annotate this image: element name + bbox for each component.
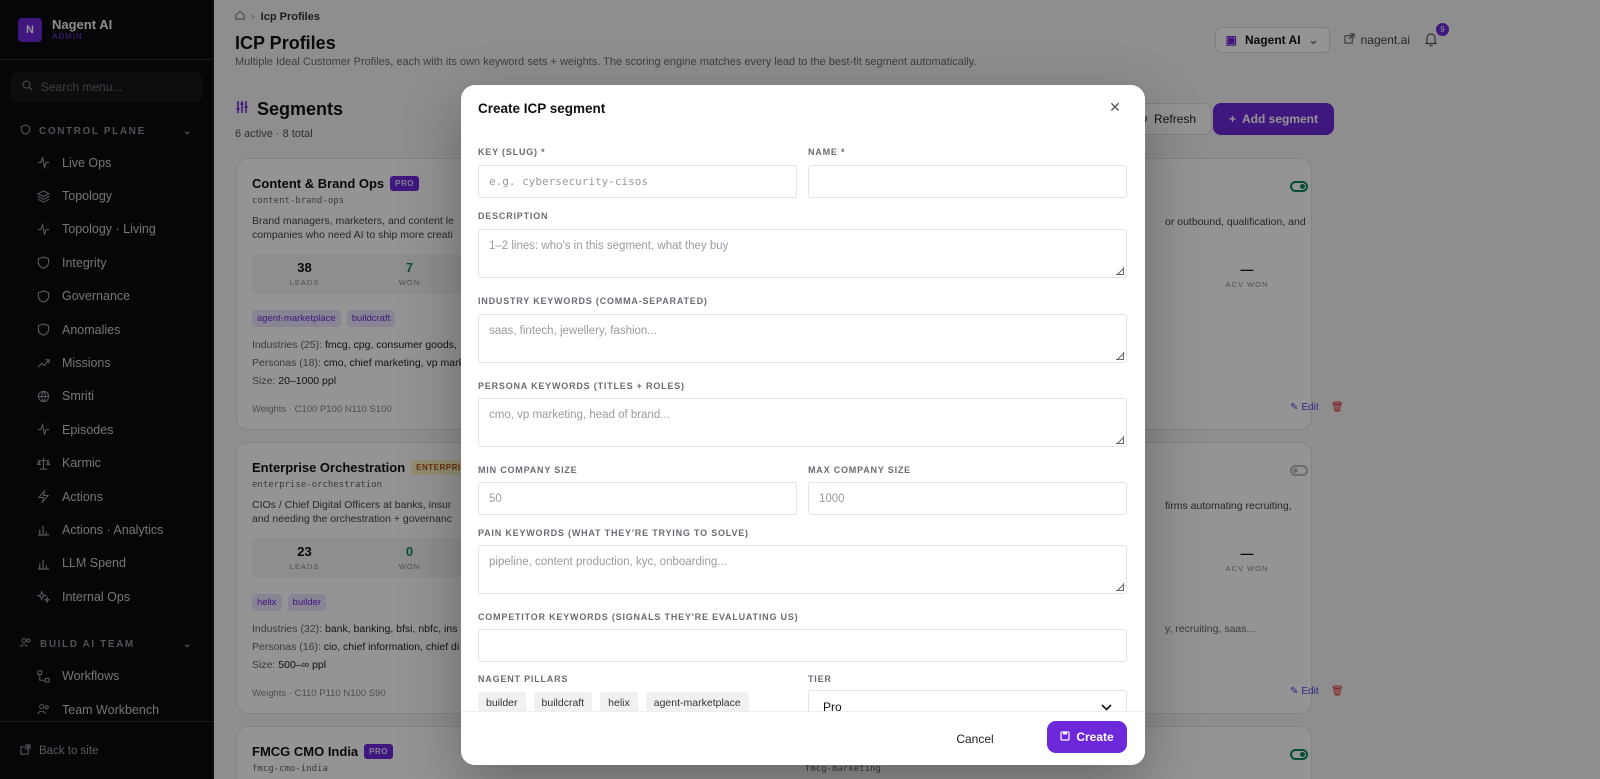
pain-textarea[interactable]: pipeline, content production, kyc, onboa… <box>478 545 1127 594</box>
save-icon <box>1060 730 1070 744</box>
dialog-title: Create ICP segment <box>478 101 606 116</box>
competitor-label: COMPETITOR KEYWORDS (SIGNALS THEY'RE EVA… <box>478 612 799 622</box>
dialog-footer: Cancel Create <box>461 711 1145 765</box>
create-button[interactable]: Create <box>1047 721 1127 753</box>
key-label: KEY (SLUG) * <box>478 147 546 157</box>
max-size-label: MAX COMPANY SIZE <box>808 465 911 475</box>
persona-label: PERSONA KEYWORDS (TITLES + ROLES) <box>478 381 685 391</box>
create-segment-dialog: Create ICP segment ✕ KEY (SLUG) * e.g. c… <box>461 85 1145 765</box>
tier-label: TIER <box>808 674 832 684</box>
industry-label: INDUSTRY KEYWORDS (COMMA-SEPARATED) <box>478 296 708 306</box>
close-icon[interactable]: ✕ <box>1107 99 1123 115</box>
create-label: Create <box>1076 730 1114 744</box>
description-label: DESCRIPTION <box>478 211 549 221</box>
cancel-button[interactable]: Cancel <box>945 723 1005 755</box>
description-textarea[interactable]: 1–2 lines: who's in this segment, what t… <box>478 229 1127 278</box>
competitor-input[interactable] <box>478 629 1127 662</box>
min-size-label: MIN COMPANY SIZE <box>478 465 578 475</box>
name-input[interactable] <box>808 165 1127 198</box>
name-label: NAME * <box>808 147 846 157</box>
max-size-input[interactable]: 1000 <box>808 482 1127 515</box>
min-size-input[interactable]: 50 <box>478 482 797 515</box>
pillars-label: NAGENT PILLARS <box>478 674 569 684</box>
pain-label: PAIN KEYWORDS (WHAT THEY'RE TRYING TO SO… <box>478 528 749 538</box>
industry-textarea[interactable]: saas, fintech, jewellery, fashion... <box>478 314 1127 363</box>
key-input[interactable]: e.g. cybersecurity-cisos <box>478 165 797 198</box>
persona-textarea[interactable]: cmo, vp marketing, head of brand... <box>478 398 1127 447</box>
